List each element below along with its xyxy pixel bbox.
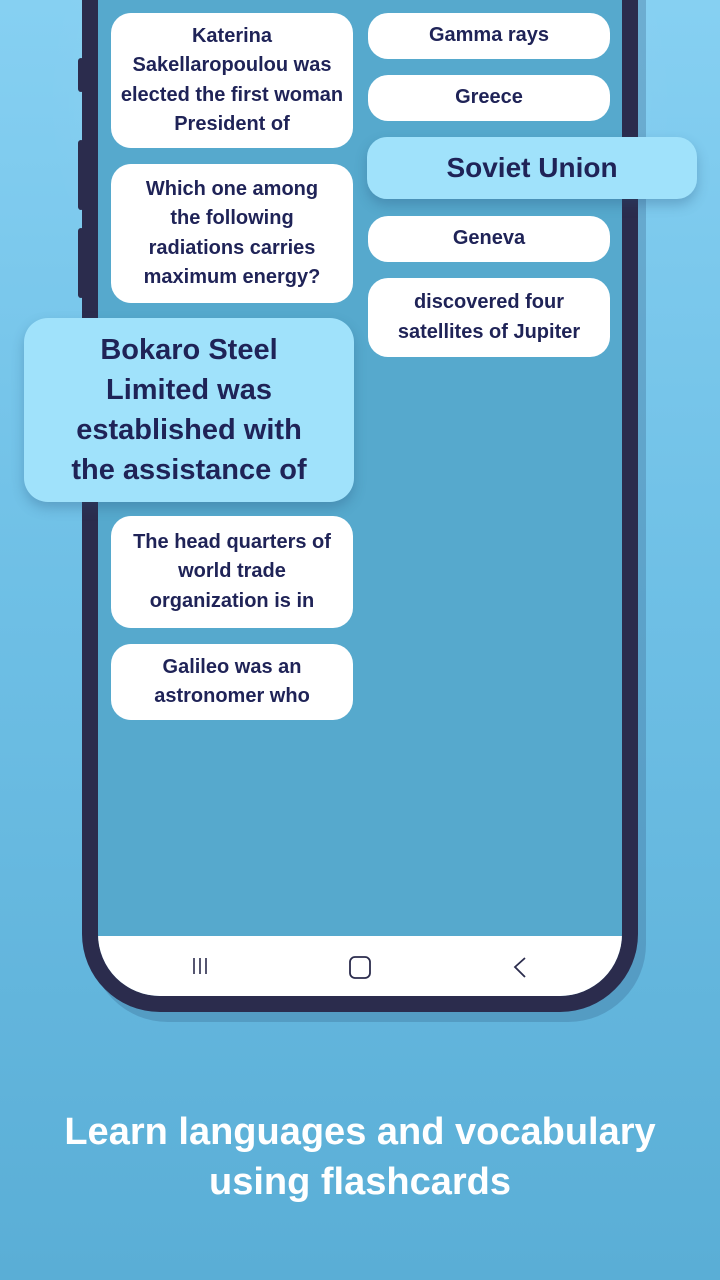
question-card-selected[interactable]: Bokaro Steel Limited was established wit… — [24, 318, 354, 502]
card-text: The head quarters of world trade organiz… — [133, 530, 331, 612]
home-icon[interactable] — [348, 956, 372, 980]
back-icon[interactable] — [512, 956, 528, 980]
card-text: Geneva — [452, 227, 526, 250]
question-card[interactable]: The head quarters of world trade organiz… — [111, 516, 353, 628]
card-text: Gamma rays — [428, 24, 550, 47]
caption-line: using flashcards — [209, 1161, 511, 1203]
card-text: discovered four satellites of Jupiter — [397, 291, 581, 343]
card-text: Bokaro Steel Limited was established wit… — [71, 334, 307, 486]
answer-card[interactable]: Gamma rays — [368, 13, 610, 59]
question-card[interactable]: Galileo was an astronomer who — [111, 644, 353, 720]
promo-caption: Learn languages and vocabulary using fla… — [0, 1107, 720, 1207]
caption-line: Learn languages and vocabulary — [64, 1111, 656, 1153]
answer-card[interactable]: discovered four satellites of Jupiter — [368, 278, 610, 357]
android-nav-bar — [98, 936, 622, 996]
question-card[interactable]: Katerina Sakellaropoulou was elected the… — [111, 13, 353, 148]
card-text: Greece — [455, 86, 523, 109]
card-text: Which one among the following radiations… — [143, 177, 321, 289]
recent-apps-icon[interactable] — [192, 956, 208, 976]
answer-card-selected[interactable]: Soviet Union — [367, 137, 697, 199]
card-text: Galileo was an astronomer who — [154, 655, 310, 708]
answer-card[interactable]: Greece — [368, 75, 610, 121]
card-text: Soviet Union — [446, 152, 618, 184]
question-card[interactable]: Which one among the following radiations… — [111, 164, 353, 303]
answer-card[interactable]: Geneva — [368, 216, 610, 262]
card-text: Katerina Sakellaropoulou was elected the… — [120, 24, 344, 136]
